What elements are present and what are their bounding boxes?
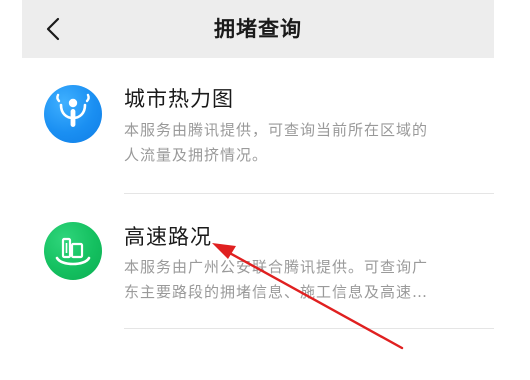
service-item-city-heatmap[interactable]: 城市热力图 本服务由腾讯提供，可查询当前所在区域的 人流量及拥挤情况。: [22, 58, 494, 194]
description-line: 本服务由腾讯提供，可查询当前所在区域的: [124, 121, 429, 139]
description-line: 人流量及拥挤情况。: [124, 146, 269, 164]
service-title: 城市热力图: [124, 87, 234, 111]
phone-screen: 拥堵查询 城市热力图 本服务由腾讯提供，可查询当前所在区域的 人流量及拥挤情况。: [22, 0, 494, 380]
empty-area: [22, 330, 494, 380]
service-description: 本服务由广州公安联合腾讯提供。可查询广 东主要路段的拥堵信息、施工信息及高速…: [124, 255, 480, 305]
divider: [124, 328, 494, 329]
service-item-highway-traffic[interactable]: 高速路况 本服务由广州公安联合腾讯提供。可查询广 东主要路段的拥堵信息、施工信息…: [22, 194, 494, 330]
service-title: 高速路况: [124, 225, 212, 249]
page-title: 拥堵查询: [214, 17, 302, 41]
service-description: 本服务由腾讯提供，可查询当前所在区域的 人流量及拥挤情况。: [124, 118, 480, 168]
heatmap-person-icon: [44, 85, 102, 143]
navigation-bar: 拥堵查询: [22, 0, 494, 58]
description-line: 本服务由广州公安联合腾讯提供。可查询广: [124, 258, 429, 276]
highway-city-icon: [44, 222, 102, 280]
description-line: 东主要路段的拥堵信息、施工信息及高速…: [124, 283, 429, 301]
